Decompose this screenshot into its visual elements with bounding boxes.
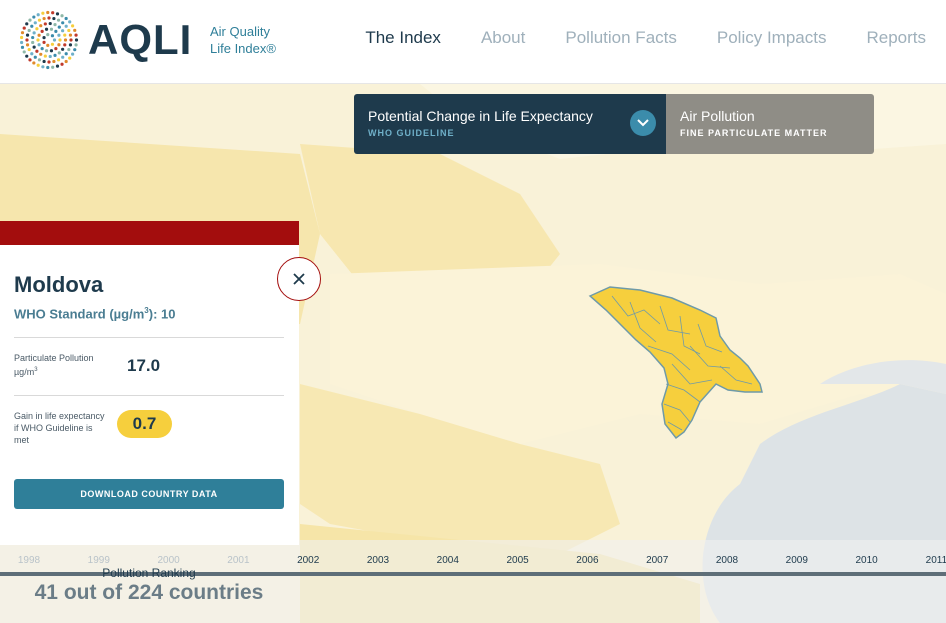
timeline-year[interactable]: 1999	[88, 555, 110, 566]
timeline-year[interactable]: 2002	[297, 555, 319, 566]
toggle-air-pollution[interactable]: Air Pollution FINE PARTICULATE MATTER	[666, 94, 874, 154]
who-standard: WHO Standard (µg/m3): 10	[14, 306, 176, 322]
gain-label: Gain in life expectancy if WHO Guideline…	[14, 411, 105, 445]
panel-color-bar	[0, 221, 299, 245]
timeline-year[interactable]: 2000	[157, 555, 179, 566]
timeline-year[interactable]: 2007	[646, 555, 668, 566]
chevron-down-icon[interactable]	[630, 110, 656, 136]
nav-pollution-facts[interactable]: Pollution Facts	[565, 28, 677, 48]
download-country-data-button[interactable]: DOWNLOAD COUNTRY DATA	[14, 479, 284, 509]
logo-wordmark: AQLI	[88, 16, 193, 63]
ranking-label: Pollution Ranking	[102, 566, 196, 580]
aqli-logo[interactable]: AQLI Air Quality Life Index®	[16, 8, 296, 72]
main-nav: The Index About Pollution Facts Policy I…	[365, 28, 926, 48]
timeline-year[interactable]: 2008	[716, 555, 738, 566]
timeline-year[interactable]: 2004	[437, 555, 459, 566]
timeline-year[interactable]: 2010	[855, 555, 877, 566]
timeline-year[interactable]: 2011	[926, 555, 946, 566]
pollution-value: 17.0	[127, 356, 161, 375]
logo-subtitle: Air Quality Life Index®	[210, 24, 276, 56]
toggle-life-expectancy[interactable]: Potential Change in Life Expectancy WHO …	[354, 94, 666, 154]
site-header: AQLI Air Quality Life Index® The Index A…	[0, 0, 946, 84]
nav-about[interactable]: About	[481, 28, 525, 48]
metric-toggle: Potential Change in Life Expectancy WHO …	[354, 94, 874, 154]
close-icon	[293, 273, 305, 285]
nav-the-index[interactable]: The Index	[365, 28, 441, 48]
pollution-label: Particulate Pollution µg/m3	[14, 353, 94, 377]
divider	[14, 395, 284, 396]
gain-value-badge: 0.7	[117, 410, 172, 438]
logo-dots-icon	[20, 10, 79, 70]
country-name: Moldova	[14, 272, 104, 297]
timeline-year[interactable]: 2009	[786, 555, 808, 566]
timeline-year[interactable]: 2005	[506, 555, 528, 566]
nav-reports[interactable]: Reports	[866, 28, 926, 48]
timeline-year[interactable]: 1998	[18, 555, 40, 566]
nav-policy-impacts[interactable]: Policy Impacts	[717, 28, 827, 48]
timeline-year[interactable]: 2001	[227, 555, 249, 566]
close-panel-button[interactable]	[277, 257, 321, 301]
country-panel: Moldova WHO Standard (µg/m3): 10 Particu…	[0, 245, 299, 545]
ranking-value: 41 out of 224 countries	[34, 581, 264, 604]
timeline-year[interactable]: 2003	[367, 555, 389, 566]
timeline-year[interactable]: 2006	[576, 555, 598, 566]
divider	[14, 337, 284, 338]
